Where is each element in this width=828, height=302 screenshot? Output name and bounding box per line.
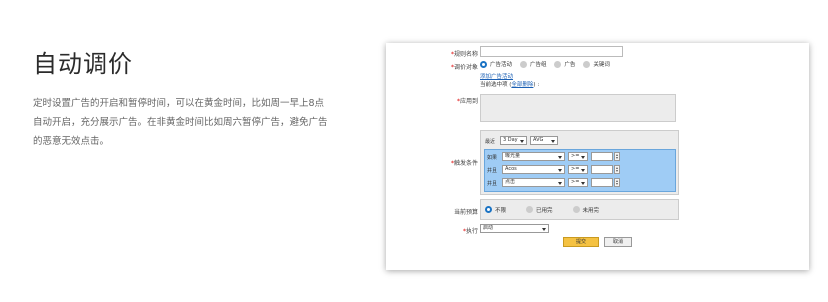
- threshold-input[interactable]: [591, 165, 613, 174]
- trigger-panel: 最近 3 Day AVG 如果 曝光量 >= 并且 Acos >= 并且 点击 …: [480, 130, 679, 195]
- period-select[interactable]: 3 Day: [500, 136, 527, 145]
- condition-logic: 如果: [487, 155, 498, 161]
- operator-select[interactable]: >=: [568, 165, 588, 174]
- recent-label: 最近: [485, 139, 496, 145]
- budget-panel: 不限 已用完 未用完: [480, 199, 679, 220]
- target-radio-group: 广告活动 广告组 广告 关键词: [480, 60, 616, 70]
- rule-form-screenshot: *规则名称 *调价对象 广告活动 广告组 广告 关键词 添加广告活动 当前选中项…: [386, 43, 809, 270]
- stepper-icon[interactable]: [614, 152, 620, 161]
- add-campaign-link[interactable]: 添加广告活动: [480, 72, 513, 80]
- target-option-adgroup[interactable]: 广告组: [519, 60, 546, 68]
- target-option-campaign[interactable]: 广告活动: [480, 60, 512, 68]
- metric-select[interactable]: Acos: [502, 165, 565, 174]
- operator-select[interactable]: >=: [568, 178, 588, 187]
- budget-label: 当前预算: [453, 209, 478, 216]
- radio-selected-icon: [480, 60, 487, 68]
- apply-to-label: *应用到: [456, 98, 478, 105]
- budget-option-unlimited[interactable]: 不限: [485, 206, 506, 214]
- feature-title: 自动调价: [33, 50, 133, 78]
- cancel-button[interactable]: 取消: [604, 237, 632, 247]
- target-option-ad[interactable]: 广告: [554, 60, 575, 68]
- condition-logic: 并且: [487, 181, 498, 187]
- rule-name-label: *规则名称: [450, 51, 478, 58]
- apply-to-box[interactable]: [480, 94, 676, 122]
- feature-description: 定时设置广告的开启和暂停时间，可以在黄金时间，比如周一早上8点自动开启，充分展示…: [33, 98, 328, 147]
- threshold-input[interactable]: [591, 178, 613, 187]
- radio-unselected-icon: [583, 60, 591, 68]
- target-option-keyword[interactable]: 关键词: [583, 60, 610, 68]
- radio-unselected-icon: [572, 206, 580, 213]
- radio-unselected-icon: [519, 60, 527, 68]
- radio-unselected-icon: [554, 60, 562, 68]
- stepper-icon[interactable]: [614, 165, 620, 174]
- threshold-input[interactable]: [591, 152, 613, 161]
- execute-select[interactable]: 启动: [480, 224, 549, 233]
- budget-option-used-up[interactable]: 已用完: [526, 206, 553, 214]
- operator-select[interactable]: >=: [568, 152, 588, 161]
- aggregate-select[interactable]: AVG: [530, 136, 558, 145]
- clear-all-link[interactable]: 全部删除: [511, 82, 533, 88]
- trigger-label: *触发条件: [450, 160, 478, 167]
- selected-items-line: 当前选中项 (全部删除) :: [480, 82, 540, 88]
- submit-button[interactable]: 提交: [563, 237, 599, 247]
- execute-label: *执行: [462, 228, 478, 235]
- metric-select[interactable]: 点击: [502, 178, 565, 187]
- condition-box: 如果 曝光量 >= 并且 Acos >= 并且 点击 >=: [484, 149, 676, 192]
- radio-selected-icon: [485, 206, 492, 213]
- rule-name-input[interactable]: [480, 46, 623, 57]
- budget-option-not-used-up[interactable]: 未用完: [572, 206, 599, 214]
- radio-unselected-icon: [526, 206, 534, 213]
- metric-select[interactable]: 曝光量: [502, 152, 565, 161]
- target-label: *调价对象: [450, 64, 478, 71]
- condition-logic: 并且: [487, 168, 498, 174]
- stepper-icon[interactable]: [614, 178, 620, 187]
